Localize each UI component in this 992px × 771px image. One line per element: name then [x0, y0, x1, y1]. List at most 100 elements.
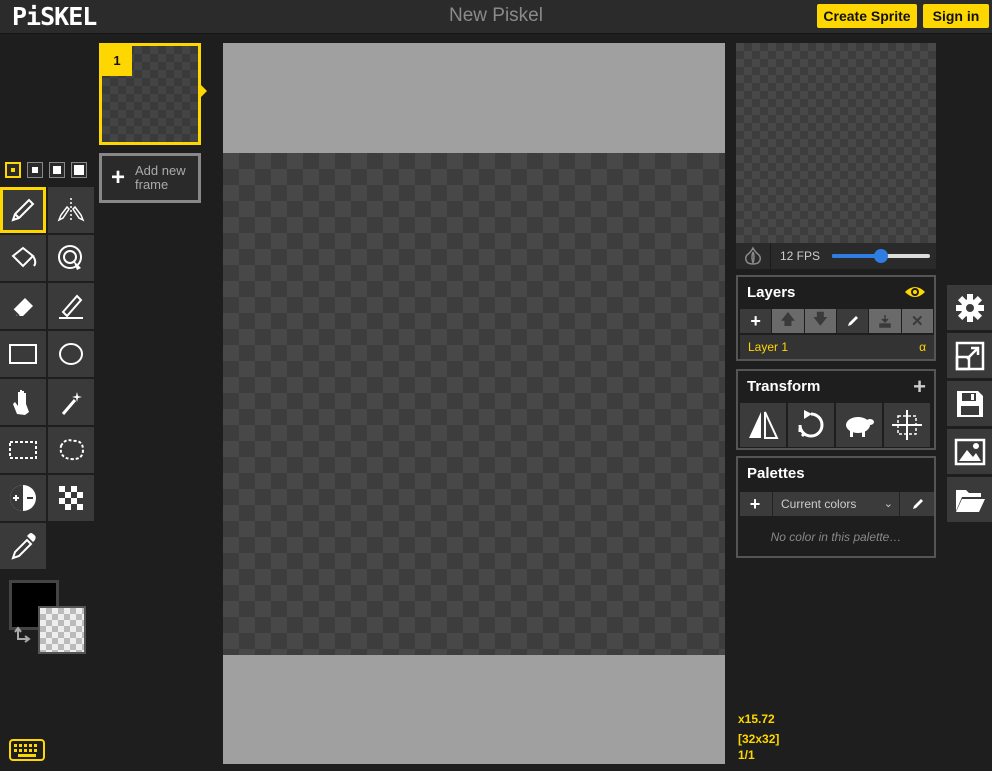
save-icon [956, 390, 983, 417]
lasso-icon [59, 439, 85, 461]
frame-thumbnail[interactable]: 1 [99, 43, 201, 145]
arrow-down-icon: 🡇 [812, 310, 829, 328]
layers-panel: Layers + 🡅 🡇 ✕ Layer 1 α [736, 275, 936, 361]
rectangle-selection-tool[interactable] [0, 427, 46, 473]
fps-slider-thumb[interactable] [874, 249, 888, 263]
clone-icon [846, 417, 874, 437]
rotate-icon [798, 410, 824, 438]
pencil-icon [847, 316, 858, 326]
swap-colors-icon[interactable] [14, 626, 34, 646]
hand-icon [13, 390, 29, 415]
magic-wand-icon [61, 392, 82, 415]
keyboard-icon[interactable] [9, 739, 45, 761]
import-button[interactable] [947, 477, 992, 522]
pen-size-1[interactable] [5, 162, 21, 178]
add-frame-label: Add new frame [135, 163, 186, 192]
paint-all-tool[interactable] [48, 235, 94, 281]
paint-bucket-tool[interactable] [0, 235, 46, 281]
move-tool[interactable] [0, 379, 46, 425]
move-layer-up-button[interactable]: 🡅 [772, 309, 804, 333]
pen-size-2[interactable] [27, 162, 43, 178]
plus-icon: + [750, 310, 761, 331]
line-icon [59, 294, 83, 319]
shape-selection-tool[interactable] [48, 379, 94, 425]
settings-icon [955, 293, 984, 322]
eraser-icon [12, 298, 33, 317]
animation-preview[interactable] [736, 43, 936, 243]
lighten-icon [10, 485, 36, 511]
close-icon: ✕ [911, 313, 924, 330]
lighten-tool[interactable] [0, 475, 46, 521]
edit-palette-button[interactable] [902, 492, 934, 516]
add-palette-button[interactable]: + [740, 492, 770, 516]
plus-icon[interactable]: + [913, 374, 926, 400]
palette-select-value: Current colors [781, 497, 857, 511]
pen-size-3[interactable] [49, 162, 65, 178]
transform-title: Transform [747, 378, 821, 395]
settings-button[interactable] [947, 285, 992, 330]
eyedropper-icon [11, 533, 36, 560]
dithering-icon [59, 486, 83, 510]
save-button[interactable] [947, 381, 992, 426]
flip-button[interactable] [740, 403, 786, 447]
fps-label: 12 FPS [780, 249, 821, 263]
rotate-button[interactable] [788, 403, 834, 447]
zoom-level: x15.72 [738, 712, 775, 726]
secondary-color-swatch[interactable] [38, 606, 86, 654]
logo-text: PiSKEL [12, 2, 97, 30]
circle-tool[interactable] [48, 331, 94, 377]
add-frame-button[interactable]: + Add new frame [99, 153, 201, 203]
paint-bucket-icon [11, 246, 37, 268]
layers-title: Layers [747, 284, 796, 301]
palettes-title: Palettes [747, 465, 805, 482]
edit-layer-button[interactable] [836, 309, 869, 333]
mirror-pen-tool[interactable] [48, 187, 94, 233]
rectangle-tool[interactable] [0, 331, 46, 377]
pen-size-4[interactable] [71, 162, 87, 178]
merge-layer-button[interactable] [869, 309, 901, 333]
pencil-icon [11, 198, 35, 222]
drawing-area[interactable] [223, 43, 725, 764]
resize-button[interactable] [947, 333, 992, 378]
palette-select[interactable]: Current colors ⌄ [772, 492, 900, 516]
export-image-icon [954, 438, 985, 465]
create-sprite-button[interactable]: Create Sprite [817, 4, 917, 28]
palette-toolbar: + Current colors ⌄ [740, 492, 934, 516]
stroke-tool[interactable] [48, 283, 94, 329]
open-folder-icon [955, 489, 985, 512]
frame-number: 1 [102, 46, 132, 76]
clone-button[interactable] [836, 403, 882, 447]
pen-tool[interactable] [0, 187, 46, 233]
app-header: PiSKEL New Piskel Create Sprite Sign in [0, 0, 992, 34]
merge-icon [879, 315, 891, 328]
fps-bar: 12 FPS [736, 243, 936, 269]
delete-layer-button[interactable]: ✕ [901, 309, 933, 333]
layer-item[interactable]: Layer 1 α [740, 335, 934, 359]
center-button[interactable] [884, 403, 930, 447]
rect-select-icon [9, 441, 37, 459]
onion-skin-toggle[interactable] [736, 243, 771, 269]
layer-toolbar: + 🡅 🡇 ✕ [740, 309, 934, 333]
add-layer-button[interactable]: + [740, 309, 772, 333]
move-layer-down-button[interactable]: 🡇 [804, 309, 836, 333]
lasso-selection-tool[interactable] [48, 427, 94, 473]
export-button[interactable] [947, 429, 992, 474]
sprite-size: [32x32] [738, 732, 780, 746]
circle-icon [59, 343, 83, 365]
eraser-tool[interactable] [0, 283, 46, 329]
resize-icon [955, 341, 984, 370]
color-picker-tool[interactable] [0, 523, 46, 569]
piskel-logo[interactable]: PiSKEL [12, 2, 102, 30]
arrow-up-icon: 🡅 [780, 310, 796, 328]
mirror-pen-icon [57, 198, 85, 222]
layer-opacity-button[interactable]: α [919, 335, 926, 359]
tool-column [0, 34, 96, 771]
rectangle-icon [9, 344, 37, 364]
drawing-canvas[interactable] [223, 153, 725, 655]
frame-index: 1/1 [738, 748, 755, 762]
dithering-tool[interactable] [48, 475, 94, 521]
eye-icon[interactable] [904, 284, 926, 300]
sign-in-button[interactable]: Sign in [923, 4, 989, 28]
magic-bucket-icon [58, 245, 82, 270]
fps-slider[interactable] [832, 249, 930, 263]
